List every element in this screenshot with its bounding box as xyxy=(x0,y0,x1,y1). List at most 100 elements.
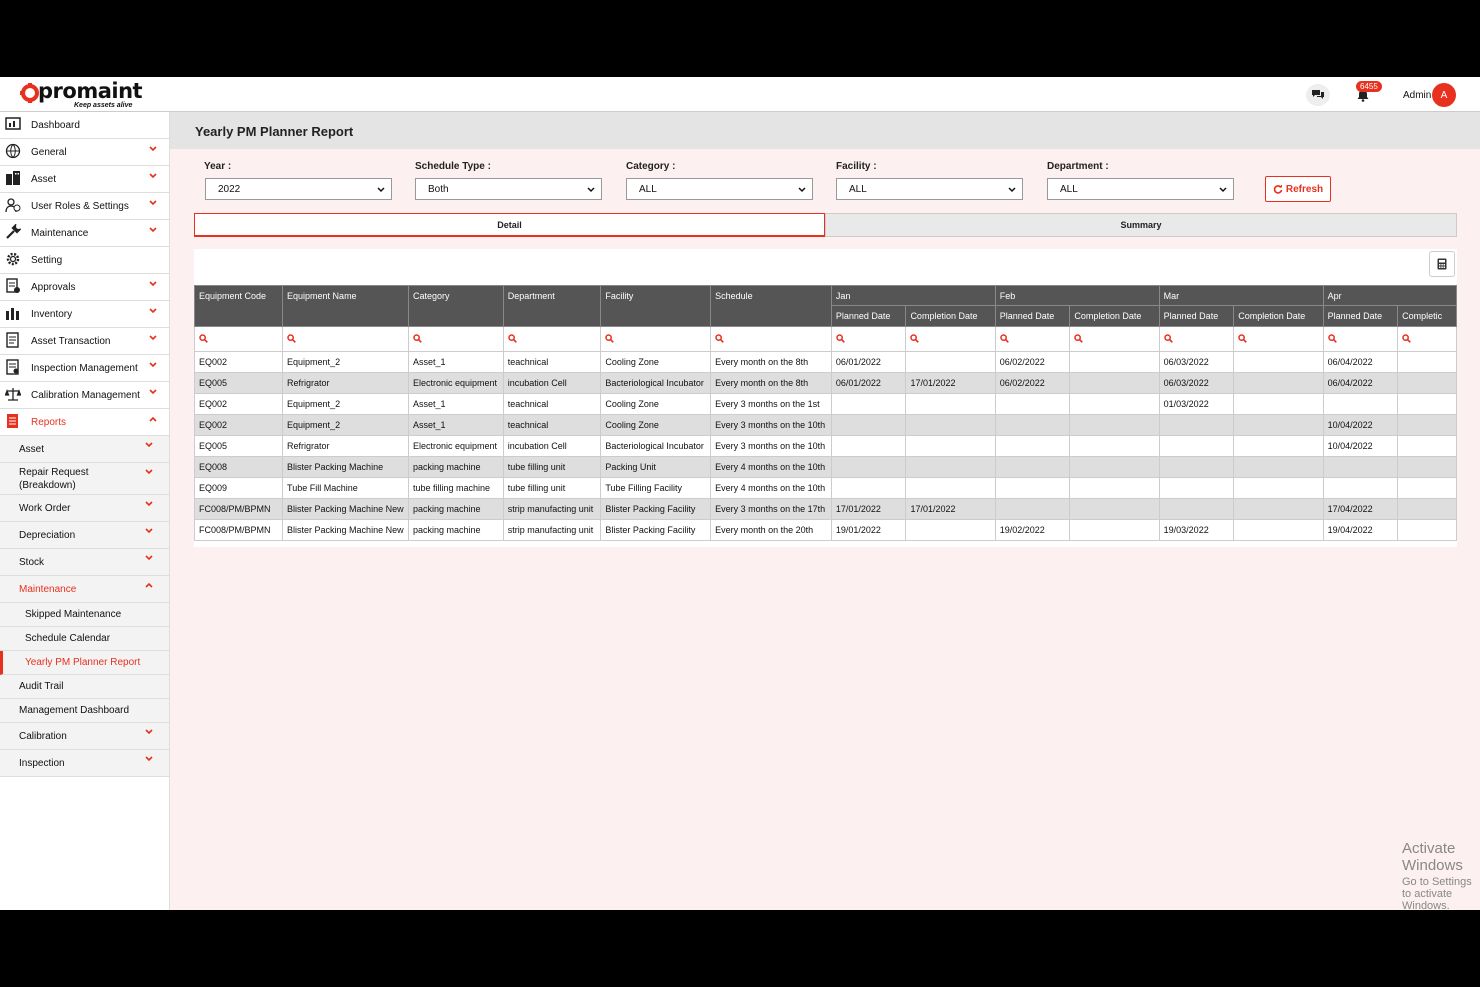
column-header-completion-date[interactable]: Completion Date xyxy=(1233,305,1324,327)
column-search[interactable] xyxy=(1158,326,1235,352)
reports-sub-item-asset[interactable]: Asset xyxy=(0,436,169,463)
sidebar-item-label: Setting xyxy=(31,254,63,266)
reports-sub-item-maintenance[interactable]: Maintenance xyxy=(0,576,169,603)
column-search[interactable] xyxy=(1397,326,1457,352)
tab-detail[interactable]: Detail xyxy=(194,213,825,237)
column-search[interactable] xyxy=(994,326,1071,352)
column-search[interactable] xyxy=(1322,326,1399,352)
sidebar-item-dashboard[interactable]: Dashboard xyxy=(0,112,169,139)
column-header-department[interactable]: Department xyxy=(502,285,602,327)
sidebar-item-calibration-management[interactable]: Calibration Management xyxy=(0,382,169,409)
table-cell: 19/01/2022 xyxy=(830,519,907,541)
chevron-down-icon xyxy=(145,442,153,448)
reports-sub-item-audit-trail[interactable]: Audit Trail xyxy=(0,675,169,699)
chevron-down-icon xyxy=(145,528,153,534)
export-button[interactable] xyxy=(1429,251,1455,277)
sidebar-item-inventory[interactable]: Inventory xyxy=(0,301,169,328)
category-select[interactable]: ALL xyxy=(626,178,813,200)
sidebar-item-reports[interactable]: Reports xyxy=(0,409,169,436)
table-row[interactable]: EQ008 Blister Packing Machine packing mach… xyxy=(194,456,1457,478)
chevron-down-icon xyxy=(1008,187,1016,193)
column-header-planned-date[interactable]: Planned Date xyxy=(830,305,907,327)
column-header-completion-date[interactable]: Completion Date xyxy=(905,305,996,327)
sidebar-item-inspection-management[interactable]: Inspection Management xyxy=(0,355,169,382)
table-row[interactable]: FC008/PM/BPMN Blister Packing Machine New… xyxy=(194,498,1457,520)
reports-sub-item-inspection[interactable]: Inspection xyxy=(0,750,169,777)
reports-sub-item-management-dashboard[interactable]: Management Dashboard xyxy=(0,699,169,723)
column-search[interactable] xyxy=(194,326,284,352)
table-row[interactable]: EQ009 Tube Fill Machine tube filling machi… xyxy=(194,477,1457,499)
column-header-equipment-name[interactable]: Equipment Name xyxy=(282,285,409,327)
sidebar-item-maintenance[interactable]: Maintenance xyxy=(0,220,169,247)
sidebar-item-asset[interactable]: Asset xyxy=(0,166,169,193)
column-header-schedule[interactable]: Schedule xyxy=(710,285,832,327)
maintenance-sub-item-yearly-pm-planner-report[interactable]: Yearly PM Planner Report xyxy=(0,651,169,675)
year-select[interactable]: 2022 xyxy=(205,178,392,200)
table-cell: Equipment_2 xyxy=(282,351,409,373)
table-row[interactable]: EQ002 Equipment_2 Asset_1 teachnical Cooling… xyxy=(194,414,1457,436)
reports-sub-item-repair-request-breakdown[interactable]: Repair Request (Breakdown) xyxy=(0,463,169,495)
column-search[interactable] xyxy=(407,326,504,352)
column-search[interactable] xyxy=(905,326,996,352)
report-table-container[interactable]: Equipment Code Equipment Name Category Depa… xyxy=(194,285,1457,547)
search-icon xyxy=(287,333,296,343)
column-search[interactable] xyxy=(1233,326,1324,352)
app-window: promaint Keep assets alive 6455 Admin A … xyxy=(0,77,1480,910)
table-cell: Blister Packing Facility xyxy=(600,498,712,520)
table-cell: Refrigrator xyxy=(282,372,409,394)
schedule-type-select[interactable]: Both xyxy=(415,178,602,200)
column-header-planned-date[interactable]: Planned Date xyxy=(1322,305,1399,327)
sidebar-item-user-roles-settings[interactable]: User Roles & Settings xyxy=(0,193,169,220)
reports-sub-item-depreciation[interactable]: Depreciation xyxy=(0,522,169,549)
column-search[interactable] xyxy=(1069,326,1160,352)
table-cell: Electronic equipment xyxy=(407,372,504,394)
table-cell: Blister Packing Facility xyxy=(600,519,712,541)
facility-select[interactable]: ALL xyxy=(836,178,1023,200)
column-search[interactable] xyxy=(600,326,712,352)
maintenance-sub-item-schedule-calendar[interactable]: Schedule Calendar xyxy=(0,627,169,651)
user-name[interactable]: Admin xyxy=(1403,90,1431,101)
table-cell xyxy=(1322,393,1399,415)
table-cell xyxy=(1397,435,1457,457)
column-header-planned-date[interactable]: Planned Date xyxy=(994,305,1071,327)
table-cell: 17/01/2022 xyxy=(905,498,996,520)
table-cell xyxy=(994,435,1071,457)
maintenance-sub-item-skipped-maintenance[interactable]: Skipped Maintenance xyxy=(0,603,169,627)
column-header-category[interactable]: Category xyxy=(407,285,504,327)
tab-summary[interactable]: Summary xyxy=(825,213,1457,237)
sidebar-item-general[interactable]: General xyxy=(0,139,169,166)
column-search[interactable] xyxy=(830,326,907,352)
sidebar-item-asset-transaction[interactable]: Asset Transaction xyxy=(0,328,169,355)
table-row[interactable]: EQ005 Refrigrator Electronic equipment incu… xyxy=(194,435,1457,457)
column-search[interactable] xyxy=(502,326,602,352)
table-row[interactable]: FC008/PM/BPMN Blister Packing Machine New… xyxy=(194,519,1457,541)
table-row[interactable]: EQ005 Refrigrator Electronic equipment incu… xyxy=(194,372,1457,394)
approval-icon xyxy=(6,278,20,293)
column-search[interactable] xyxy=(710,326,832,352)
column-header-completion-date[interactable]: Completion Date xyxy=(1069,305,1160,327)
table-cell: 19/02/2022 xyxy=(994,519,1071,541)
reports-sub-item-work-order[interactable]: Work Order xyxy=(0,495,169,522)
table-row[interactable]: EQ002 Equipment_2 Asset_1 teachnical Cooling… xyxy=(194,351,1457,373)
column-header-equipment-code[interactable]: Equipment Code xyxy=(194,285,284,327)
reports-sub-item-stock[interactable]: Stock xyxy=(0,549,169,576)
avatar[interactable]: A xyxy=(1432,83,1456,107)
table-cell xyxy=(1233,351,1324,373)
refresh-button[interactable]: Refresh xyxy=(1265,176,1331,202)
month-header-feb: Feb xyxy=(994,285,1160,306)
chat-button[interactable] xyxy=(1306,84,1330,106)
column-header-planned-date[interactable]: Planned Date xyxy=(1158,305,1235,327)
table-row[interactable]: EQ002 Equipment_2 Asset_1 teachnical Cooling… xyxy=(194,393,1457,415)
search-icon xyxy=(199,333,208,343)
column-search[interactable] xyxy=(282,326,409,352)
category-label: Category : xyxy=(626,161,676,172)
sidebar-item-approvals[interactable]: Approvals xyxy=(0,274,169,301)
table-cell xyxy=(1158,435,1235,457)
table-cell: Blister Packing Machine New xyxy=(282,498,409,520)
column-header-facility[interactable]: Facility xyxy=(600,285,712,327)
department-select[interactable]: ALL xyxy=(1047,178,1234,200)
sidebar-item-setting[interactable]: Setting xyxy=(0,247,169,274)
reports-sub-item-calibration[interactable]: Calibration xyxy=(0,723,169,750)
column-header-completion-date[interactable]: Completic xyxy=(1397,305,1457,327)
sidebar-item-label: Approvals xyxy=(31,281,76,293)
